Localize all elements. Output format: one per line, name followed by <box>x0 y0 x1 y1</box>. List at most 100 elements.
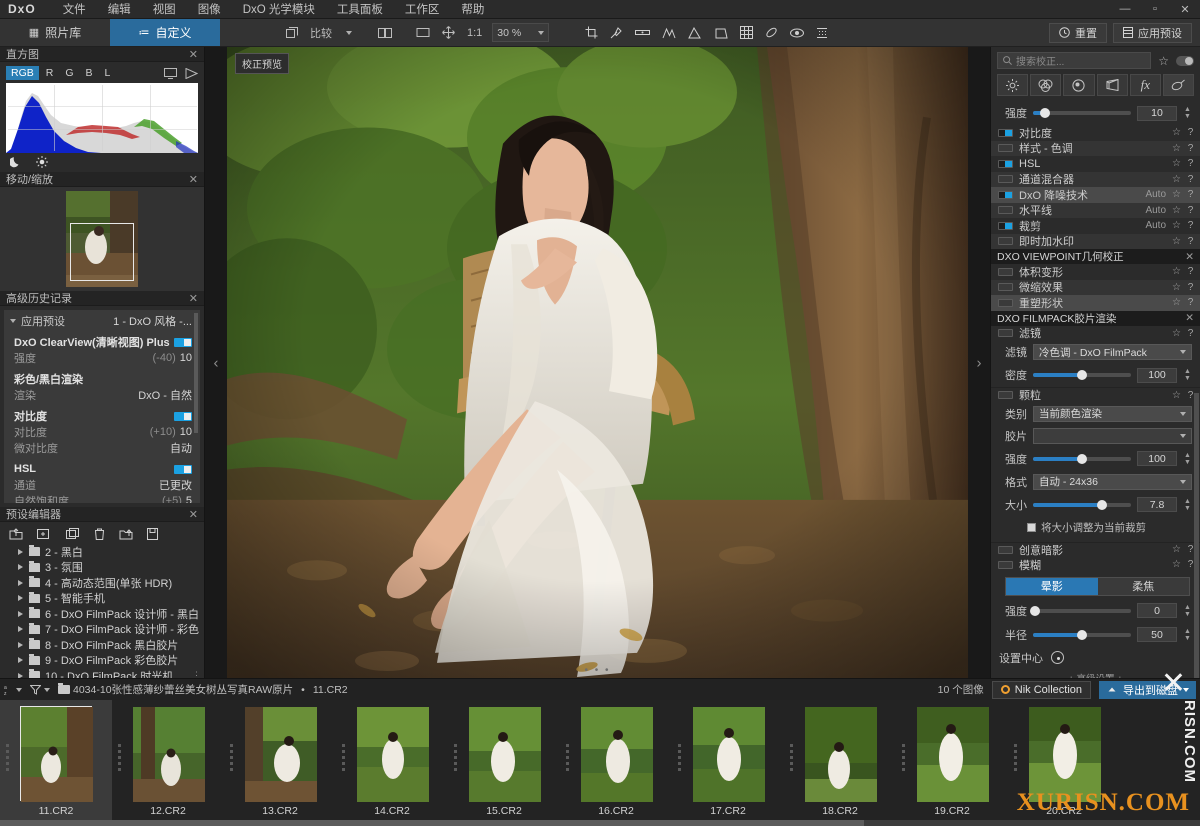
close-button[interactable]: ✕ <box>1170 0 1200 19</box>
filmstrip-thumbnail[interactable] <box>1028 706 1101 802</box>
next-image-arrow[interactable]: › <box>968 354 990 371</box>
filmstrip-item[interactable]: 16.CR2 <box>560 700 672 826</box>
tool-toggle[interactable] <box>998 206 1013 215</box>
filmstrip-item[interactable]: 13.CR2 <box>224 700 336 826</box>
menu-item-help[interactable]: 帮助 <box>450 1 495 17</box>
effects-icon[interactable]: fx <box>1129 74 1161 96</box>
favorite-star-icon[interactable]: ☆ <box>1172 127 1181 138</box>
color-icon[interactable] <box>1030 74 1062 96</box>
rating-dots[interactable] <box>230 744 233 771</box>
tool-toggle[interactable] <box>998 283 1013 292</box>
right-panel-scrollbar[interactable] <box>1194 393 1199 678</box>
vignette-radius-track[interactable] <box>1033 629 1131 640</box>
close-icon[interactable]: ✕ <box>189 48 198 61</box>
master-strength-track[interactable] <box>1033 108 1131 118</box>
show-all-toggle[interactable] <box>1176 55 1194 66</box>
tool-row-blur[interactable]: 模糊 ☆? <box>991 557 1200 573</box>
history-row-toggle[interactable] <box>174 464 192 474</box>
tool-row-channel-mixer[interactable]: 通道混合器 ☆? <box>991 171 1200 187</box>
preset-folder-row[interactable]: 5 - 智能手机 <box>4 591 204 607</box>
help-icon[interactable]: ? <box>1187 236 1194 247</box>
nik-collection-button[interactable]: Nik Collection <box>991 680 1091 699</box>
filmstrip-thumbnail[interactable] <box>580 706 653 802</box>
horizon-level-icon[interactable] <box>629 23 656 43</box>
shadow-clipping-icon[interactable] <box>10 156 22 168</box>
filmstrip-scrollbar[interactable] <box>0 820 1200 826</box>
set-center-row[interactable]: 设置中心 <box>991 647 1200 668</box>
compare-label[interactable]: 比较 <box>304 23 338 43</box>
close-icon[interactable]: ✕ <box>189 508 198 521</box>
current-folder[interactable]: 4034-10张性感薄纱蕾丝美女树丛写真RAW原片 <box>58 682 293 697</box>
stepper-icon[interactable]: ▲ ▼ <box>1183 604 1192 618</box>
favorite-star-icon[interactable]: ☆ <box>1172 189 1181 200</box>
reset-button[interactable]: 重置 <box>1049 22 1107 43</box>
tool-toggle[interactable] <box>998 237 1013 246</box>
density-value[interactable]: 100 <box>1137 367 1177 383</box>
new-preset-icon[interactable] <box>37 528 52 540</box>
format-select[interactable]: 自动 - 24x36 <box>1033 473 1192 490</box>
corrections-scroll-area[interactable]: 强度 10 ▲ ▼ 对比度 ☆? 样式 - 色调 ☆? HSL ☆ ? 通道混合… <box>991 101 1200 678</box>
filmstrip-thumbnail[interactable] <box>692 706 765 802</box>
preset-folder-row[interactable]: 10 - DxO FilmPack 时光机 ⋮ <box>4 668 204 678</box>
filmstrip-thumbnail[interactable] <box>244 706 317 802</box>
close-icon[interactable]: ✕ <box>1185 251 1194 263</box>
vignette-strength-value[interactable]: 0 <box>1137 603 1177 618</box>
one-to-one-label[interactable]: 1:1 <box>461 23 488 43</box>
tool-row-crop[interactable]: 裁剪 Auto ☆? <box>991 218 1200 234</box>
import-preset-icon[interactable] <box>9 528 23 540</box>
tool-row-style-tone[interactable]: 样式 - 色调 ☆? <box>991 140 1200 156</box>
channel-rgb[interactable]: RGB <box>6 66 39 80</box>
tab-vignette[interactable]: 晕影 <box>1006 577 1098 595</box>
category-select[interactable]: 当前颜色渲染 <box>1033 405 1192 422</box>
tool-row-watermark[interactable]: 即时加水印 ☆? <box>991 233 1200 249</box>
help-icon[interactable]: ? <box>1187 205 1194 216</box>
menu-item-tool-panels[interactable]: 工具面板 <box>326 1 394 17</box>
help-icon[interactable]: ? <box>1187 174 1194 185</box>
filmstrip-thumbnail[interactable] <box>804 706 877 802</box>
preset-editor-list[interactable]: 2 - 黑白 3 - 氛围 4 - 高动态范围(单张 HDR) 5 - 智能手机… <box>0 544 204 678</box>
help-icon[interactable]: ? <box>1187 544 1194 555</box>
filmstrip-item[interactable]: 14.CR2 <box>336 700 448 826</box>
channel-l[interactable]: L <box>100 66 116 80</box>
tool-row-hsl[interactable]: HSL ☆? <box>991 156 1200 172</box>
filmstrip-thumbnail[interactable] <box>468 706 541 802</box>
zoom-level-combo[interactable]: 30 % <box>492 23 550 42</box>
rating-dots[interactable] <box>6 744 9 771</box>
help-icon[interactable]: ? <box>1187 297 1194 308</box>
help-icon[interactable]: ? <box>1187 127 1194 138</box>
tool-toggle[interactable] <box>998 175 1013 184</box>
tool-toggle[interactable] <box>998 391 1013 400</box>
detail-icon[interactable] <box>1063 74 1095 96</box>
rating-dots[interactable] <box>1014 744 1017 771</box>
menu-item-image[interactable]: 图像 <box>187 1 232 17</box>
tool-row-grain[interactable]: 颗粒 ☆? <box>991 387 1200 403</box>
filmstrip-item[interactable]: 17.CR2 <box>672 700 784 826</box>
favorite-star-icon[interactable]: ☆ <box>1172 297 1181 308</box>
filmstrip-item[interactable]: 19.CR2 <box>896 700 1008 826</box>
correction-preview-badge[interactable]: 校正预览 <box>235 53 289 74</box>
tool-toggle[interactable] <box>998 267 1013 276</box>
help-icon[interactable]: ? <box>1187 328 1194 339</box>
navigator-viewport-rect[interactable] <box>70 223 134 281</box>
preset-folder-row[interactable]: 3 - 氛围 <box>4 560 204 576</box>
filter-button[interactable] <box>30 684 50 695</box>
filmstrip-thumbnail[interactable] <box>20 706 93 802</box>
fit-frame-icon[interactable] <box>410 23 436 43</box>
rating-dots[interactable] <box>342 744 345 771</box>
help-icon[interactable]: ? <box>1187 189 1194 200</box>
stepper-icon[interactable]: ▲ ▼ <box>1183 368 1192 382</box>
tool-toggle[interactable] <box>998 221 1013 230</box>
favorite-star-icon[interactable]: ☆ <box>1172 158 1181 169</box>
preset-folder-row[interactable]: 4 - 高动态范围(单张 HDR) <box>4 575 204 591</box>
crop-icon[interactable] <box>579 23 604 43</box>
apply-preset-button[interactable]: 应用预设 <box>1113 22 1192 43</box>
rectangle-correction-icon[interactable] <box>708 23 734 43</box>
viewer-resize-dots[interactable]: • • • <box>584 665 610 676</box>
tool-row-horizon[interactable]: 水平线 Auto ☆? <box>991 202 1200 218</box>
rating-dots[interactable] <box>454 744 457 771</box>
help-icon[interactable]: ? <box>1187 220 1194 231</box>
search-corrections-box[interactable]: 搜索校正... <box>997 52 1152 69</box>
tool-row-denoise[interactable]: DxO 降噪技术 Auto ☆? <box>991 187 1200 203</box>
history-applied-preset[interactable]: 应用预设 1 - DxO 风格 -... <box>4 313 200 329</box>
history-scrollbar[interactable] <box>194 313 198 433</box>
